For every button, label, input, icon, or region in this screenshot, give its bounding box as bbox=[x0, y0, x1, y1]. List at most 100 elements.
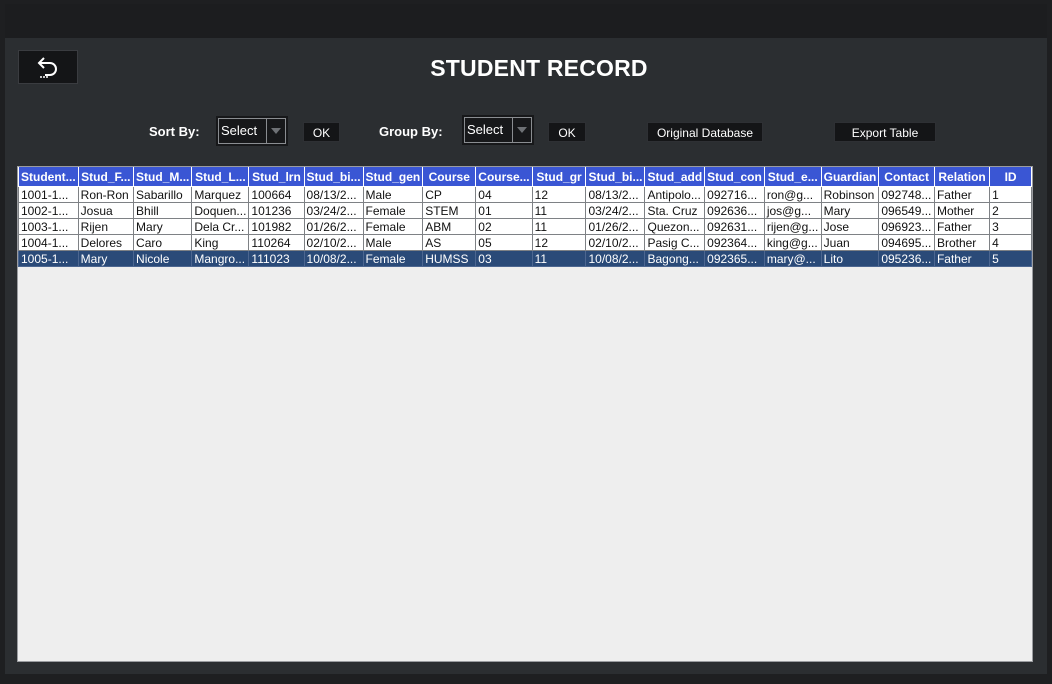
table-cell[interactable]: 12 bbox=[531, 186, 587, 203]
table-cell[interactable]: Robinson bbox=[820, 186, 880, 203]
table-cell[interactable]: 092716... bbox=[704, 186, 765, 203]
table-cell[interactable]: King bbox=[191, 234, 250, 251]
table-cell[interactable]: 11 bbox=[531, 250, 587, 267]
table-cell[interactable]: 02/10/2... bbox=[303, 234, 364, 251]
table-cell[interactable]: 094695... bbox=[878, 234, 935, 251]
table-cell[interactable]: Female bbox=[362, 250, 424, 267]
table-cell[interactable]: 096923... bbox=[878, 218, 935, 235]
table-cell[interactable]: 092365... bbox=[704, 250, 765, 267]
original-database-button[interactable]: Original Database bbox=[647, 122, 763, 142]
table-cell[interactable]: 05 bbox=[475, 234, 533, 251]
table-cell[interactable]: Delores bbox=[77, 234, 135, 251]
column-header[interactable]: Course bbox=[422, 167, 477, 187]
table-cell[interactable]: 110264 bbox=[248, 234, 305, 251]
table-cell[interactable]: 04 bbox=[475, 186, 533, 203]
table-cell[interactable]: Marquez bbox=[191, 186, 250, 203]
table-cell[interactable]: 03/24/2... bbox=[585, 202, 646, 219]
table-cell[interactable]: Mother bbox=[933, 202, 991, 219]
table-cell[interactable]: 1001-1... bbox=[18, 186, 79, 203]
table-cell[interactable]: 101982 bbox=[248, 218, 305, 235]
table-cell[interactable]: 01 bbox=[475, 202, 533, 219]
table-cell[interactable]: 096549... bbox=[878, 202, 935, 219]
table-cell[interactable]: 095236... bbox=[878, 250, 935, 267]
table-cell[interactable]: Rijen bbox=[77, 218, 135, 235]
table-cell[interactable]: 1002-1... bbox=[18, 202, 79, 219]
table-cell[interactable]: Father bbox=[933, 186, 991, 203]
table-cell[interactable]: 5 bbox=[989, 250, 1032, 267]
table-cell[interactable]: Sabarillo bbox=[133, 186, 193, 203]
table-cell[interactable]: Lito bbox=[820, 250, 880, 267]
table-cell[interactable]: 03 bbox=[475, 250, 533, 267]
table-cell[interactable]: mary@... bbox=[763, 250, 822, 267]
table-cell[interactable]: Nicole bbox=[133, 250, 193, 267]
table-cell[interactable]: Mary bbox=[820, 202, 880, 219]
table-cell[interactable]: 08/13/2... bbox=[585, 186, 646, 203]
table-cell[interactable]: 2 bbox=[989, 202, 1032, 219]
table-cell[interactable]: Sta. Cruz bbox=[644, 202, 706, 219]
column-header[interactable]: Contact bbox=[878, 167, 935, 187]
table-cell[interactable]: Male bbox=[362, 234, 424, 251]
column-header[interactable]: Stud_bi... bbox=[303, 167, 364, 187]
table-row[interactable]: 1003-1... Rijen Mary Dela Cr... 101982 01/26/… bbox=[18, 218, 1032, 235]
table-cell[interactable]: Juan bbox=[820, 234, 880, 251]
table-cell[interactable]: Bagong... bbox=[644, 250, 706, 267]
table-cell[interactable]: 092364... bbox=[704, 234, 765, 251]
table-cell[interactable]: 08/13/2... bbox=[303, 186, 364, 203]
column-header[interactable]: Relation bbox=[933, 167, 991, 187]
table-cell[interactable]: 111023 bbox=[248, 250, 305, 267]
table-cell[interactable]: Mary bbox=[133, 218, 193, 235]
student-table-container[interactable]: Student... Stud_F... Stud_M... Stud_L... Stu… bbox=[17, 166, 1033, 662]
table-cell[interactable]: 092748... bbox=[878, 186, 935, 203]
column-header[interactable]: Stud_gen bbox=[362, 167, 424, 187]
sort-ok-button[interactable]: OK bbox=[303, 122, 340, 142]
table-cell[interactable]: Dela Cr... bbox=[191, 218, 250, 235]
table-cell[interactable]: jos@g... bbox=[763, 202, 822, 219]
column-header[interactable]: Stud_M... bbox=[133, 167, 193, 187]
table-cell[interactable]: Josua bbox=[77, 202, 135, 219]
table-cell[interactable]: Doquen... bbox=[191, 202, 250, 219]
table-cell[interactable]: 1 bbox=[989, 186, 1032, 203]
table-cell[interactable]: Jose bbox=[820, 218, 880, 235]
table-cell[interactable]: rijen@g... bbox=[763, 218, 822, 235]
table-cell[interactable]: 02 bbox=[475, 218, 533, 235]
column-header[interactable]: Stud_L... bbox=[191, 167, 250, 187]
column-header[interactable]: Stud_gr bbox=[531, 167, 587, 187]
table-cell[interactable]: Mangro... bbox=[191, 250, 250, 267]
table-cell[interactable]: 101236 bbox=[248, 202, 305, 219]
table-cell[interactable]: 100664 bbox=[248, 186, 305, 203]
column-header[interactable]: ID bbox=[989, 167, 1032, 187]
table-cell[interactable]: 1004-1... bbox=[18, 234, 79, 251]
column-header[interactable]: Student... bbox=[18, 167, 79, 187]
table-cell[interactable]: Ron-Ron bbox=[77, 186, 135, 203]
table-cell[interactable]: 092636... bbox=[704, 202, 765, 219]
table-cell[interactable]: CP bbox=[422, 186, 477, 203]
table-cell[interactable]: ABM bbox=[422, 218, 477, 235]
column-header[interactable]: Stud_lrn bbox=[248, 167, 305, 187]
column-header[interactable]: Stud_bi... bbox=[585, 167, 646, 187]
column-header[interactable]: Stud_F... bbox=[77, 167, 135, 187]
table-row[interactable]: 1002-1... Josua Bhill Doquen... 101236 03/24/… bbox=[18, 202, 1032, 219]
export-table-button[interactable]: Export Table bbox=[834, 122, 936, 142]
table-cell[interactable]: STEM bbox=[422, 202, 477, 219]
table-cell[interactable]: Female bbox=[362, 218, 424, 235]
table-row[interactable]: 1005-1... Mary Nicole Mangro... 111023 10/08/… bbox=[18, 250, 1032, 267]
table-cell[interactable]: 03/24/2... bbox=[303, 202, 364, 219]
table-cell[interactable]: 11 bbox=[531, 218, 587, 235]
table-cell[interactable]: Pasig C... bbox=[644, 234, 706, 251]
table-cell[interactable]: 10/08/2... bbox=[303, 250, 364, 267]
table-row[interactable]: 1004-1... Delores Caro King 110264 02/10/2...… bbox=[18, 234, 1032, 251]
table-cell[interactable]: 1003-1... bbox=[18, 218, 79, 235]
table-cell[interactable]: Antipolo... bbox=[644, 186, 706, 203]
table-cell[interactable]: AS bbox=[422, 234, 477, 251]
column-header[interactable]: Course... bbox=[475, 167, 533, 187]
group-ok-button[interactable]: OK bbox=[548, 122, 586, 142]
table-cell[interactable]: Female bbox=[362, 202, 424, 219]
table-cell[interactable]: Bhill bbox=[133, 202, 193, 219]
column-header[interactable]: Stud_add bbox=[644, 167, 706, 187]
table-cell[interactable]: Caro bbox=[133, 234, 193, 251]
group-by-select[interactable]: Select bbox=[462, 115, 534, 145]
table-cell[interactable]: ron@g... bbox=[763, 186, 822, 203]
table-cell[interactable]: HUMSS bbox=[422, 250, 477, 267]
table-cell[interactable]: Mary bbox=[77, 250, 135, 267]
table-cell[interactable]: king@g... bbox=[763, 234, 822, 251]
